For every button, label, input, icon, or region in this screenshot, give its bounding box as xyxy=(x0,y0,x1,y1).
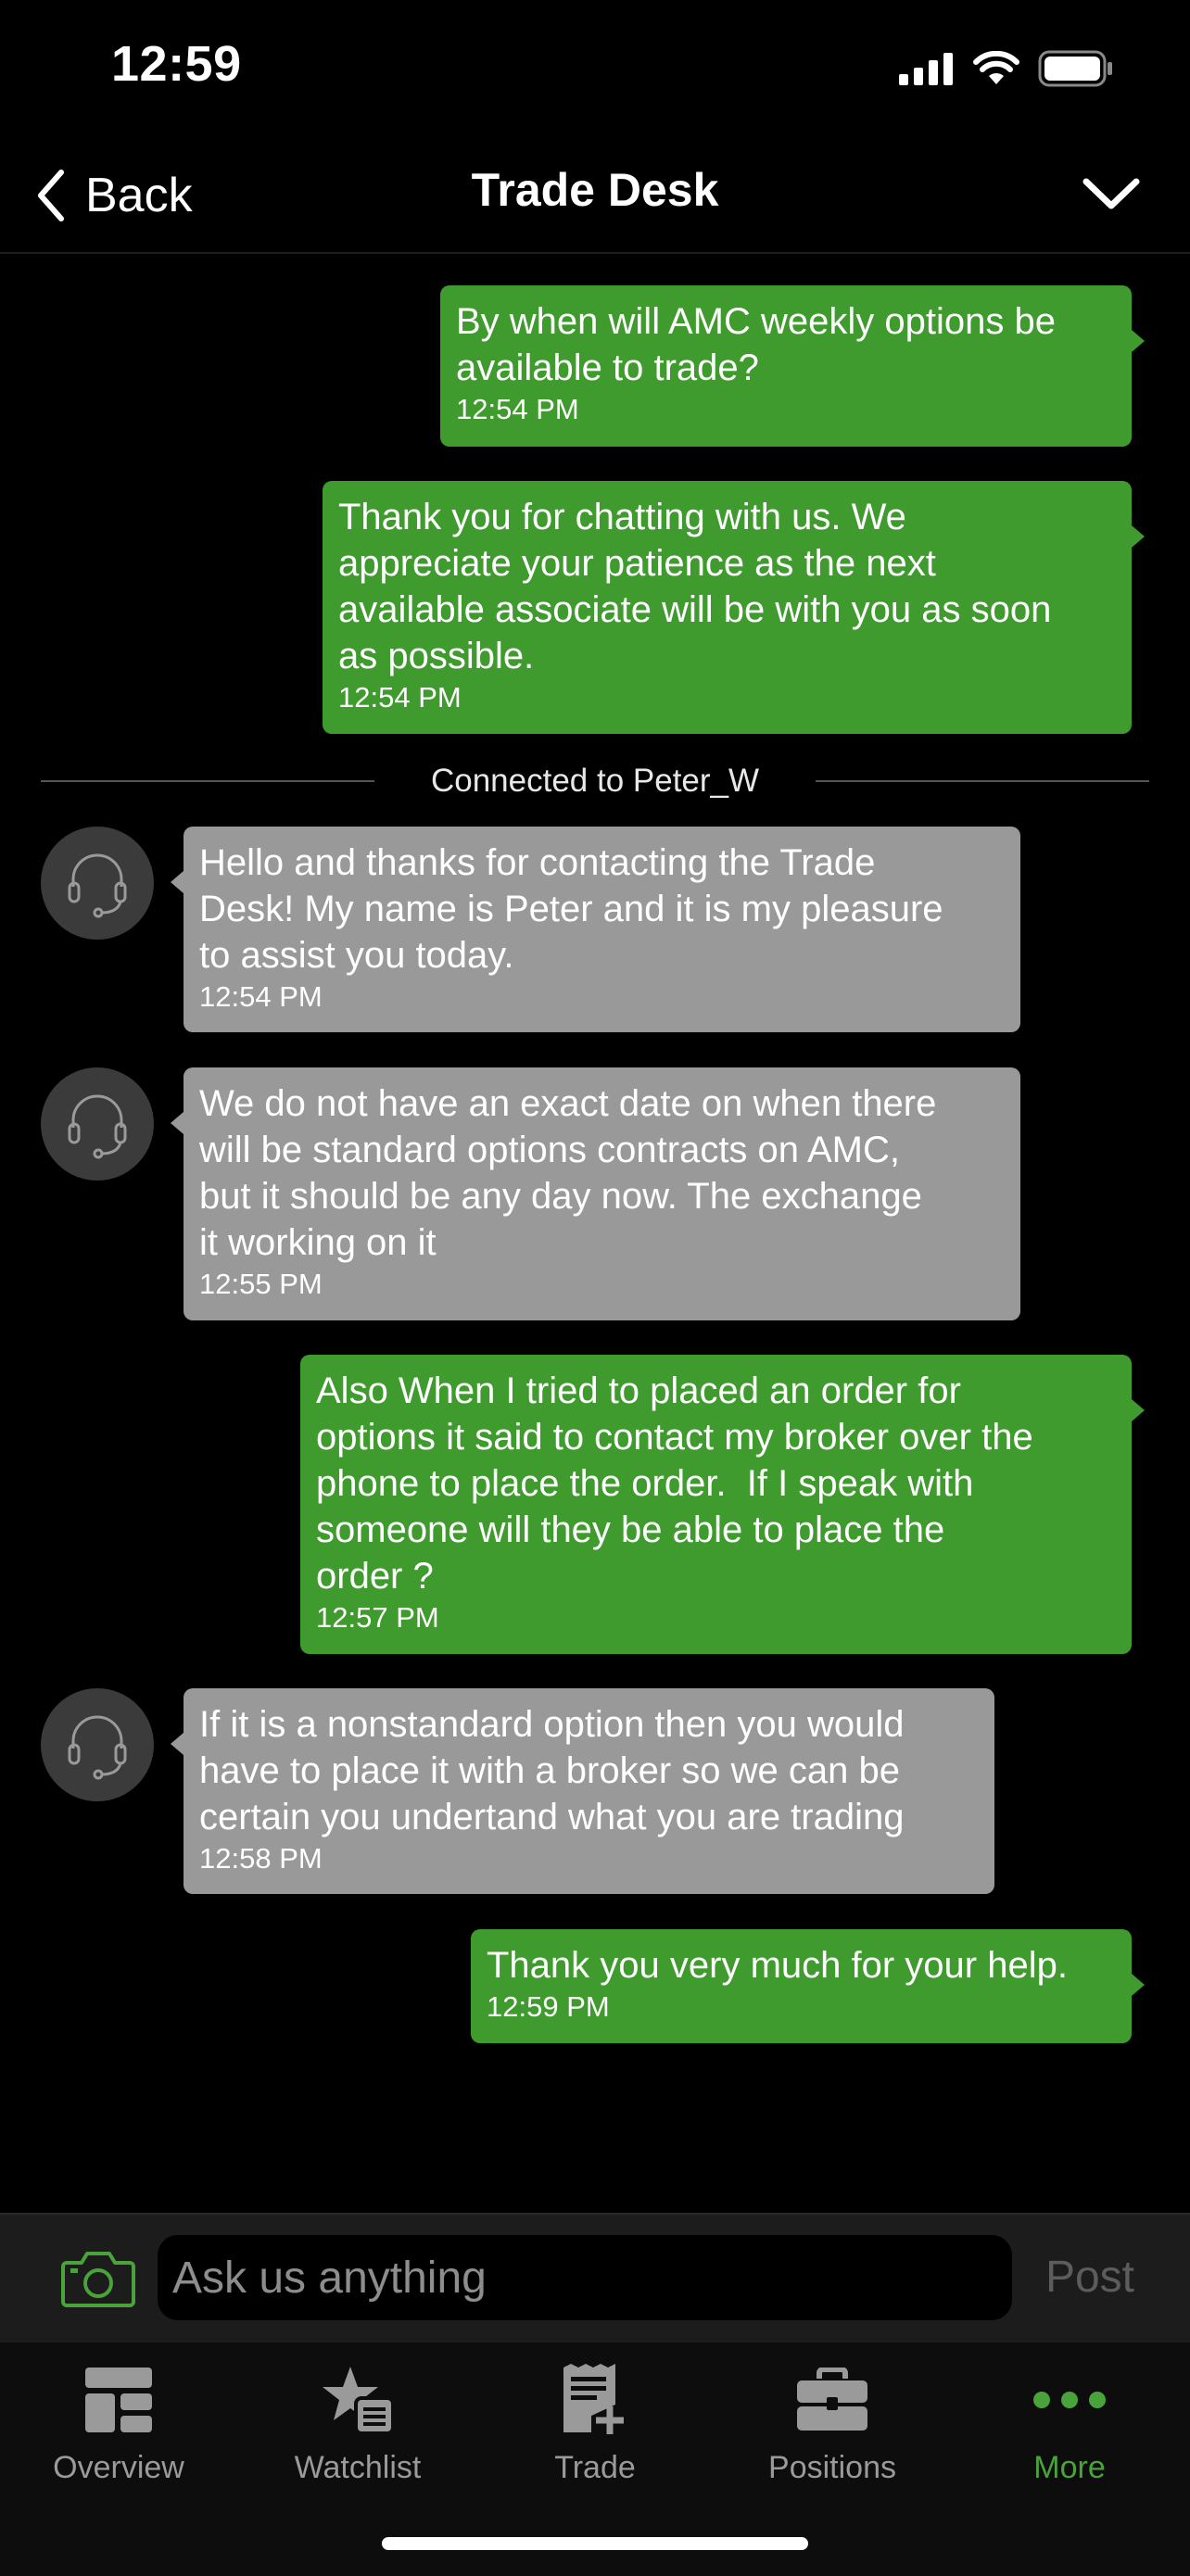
message-text: If it is a nonstandard option then you w… xyxy=(199,1704,905,1837)
wifi-icon xyxy=(973,51,1019,84)
message-text: Also When I tried to placed an order for… xyxy=(316,1370,1033,1597)
message-text: We do not have an exact date on when the… xyxy=(199,1083,937,1263)
message-bubble-agent: We do not have an exact date on when the… xyxy=(171,1067,1020,1320)
tab-label: Positions xyxy=(768,2450,896,2485)
message-bubble-system: Thank you for chatting with us. We appre… xyxy=(323,481,1145,734)
tab-label: Trade xyxy=(554,2450,636,2485)
tab-overview[interactable]: Overview xyxy=(0,2361,237,2500)
message-time: 12:57 PM xyxy=(316,1601,439,1634)
message-bubble-user: Also When I tried to placed an order for… xyxy=(300,1355,1145,1654)
more-dots-icon xyxy=(1033,2392,1106,2408)
nav-bar: Back Trade Desk xyxy=(0,139,1190,254)
connected-divider: Connected to Peter_W xyxy=(41,760,1149,806)
tab-positions[interactable]: Positions xyxy=(714,2361,951,2500)
home-indicator xyxy=(382,2537,808,2550)
tab-watchlist[interactable]: Watchlist xyxy=(239,2361,476,2500)
tab-label: Overview xyxy=(53,2450,184,2485)
message-bubble-user: By when will AMC weekly options be avail… xyxy=(440,285,1145,447)
agent-avatar xyxy=(41,1688,154,1801)
message-time: 12:54 PM xyxy=(456,393,579,425)
post-button[interactable]: Post xyxy=(1045,2252,1134,2303)
battery-icon xyxy=(1038,50,1112,87)
agent-avatar xyxy=(41,827,154,940)
trade-ticket-icon xyxy=(563,2364,624,2434)
page-title: Trade Desk xyxy=(471,164,719,216)
status-time: 12:59 xyxy=(111,36,242,92)
tab-label: More xyxy=(1033,2450,1106,2485)
message-bubble-agent: If it is a nonstandard option then you w… xyxy=(171,1688,994,1894)
message-bubble-agent: Hello and thanks for contacting the Trad… xyxy=(171,827,1020,1032)
connected-label: Connected to Peter_W xyxy=(430,763,760,799)
tab-trade[interactable]: Trade xyxy=(476,2361,714,2500)
status-bar: 12:59 xyxy=(0,0,1190,139)
message-text: Thank you very much for your help. xyxy=(487,1945,1068,1986)
message-time: 12:59 PM xyxy=(487,1990,610,2023)
message-time: 12:55 PM xyxy=(199,1268,323,1300)
status-icons xyxy=(899,48,1114,89)
message-time: 12:58 PM xyxy=(199,1842,323,1875)
message-input[interactable] xyxy=(158,2235,1012,2320)
headset-icon xyxy=(68,1094,127,1159)
chevron-down-icon xyxy=(1082,178,1140,209)
message-input-bar: Post xyxy=(0,2213,1190,2341)
camera-icon xyxy=(61,2252,135,2307)
watchlist-star-icon xyxy=(323,2367,395,2435)
overview-grid-icon xyxy=(85,2368,152,2432)
tab-more[interactable]: More xyxy=(951,2361,1188,2500)
message-text: Thank you for chatting with us. We appre… xyxy=(338,497,1052,676)
message-time: 12:54 PM xyxy=(338,681,462,713)
collapse-button[interactable] xyxy=(1079,167,1144,222)
briefcase-icon xyxy=(797,2368,867,2431)
message-text: By when will AMC weekly options be avail… xyxy=(456,301,1056,388)
cellular-signal-icon xyxy=(899,53,953,85)
headset-icon xyxy=(68,1715,127,1780)
message-time: 12:54 PM xyxy=(199,980,323,1013)
camera-button[interactable] xyxy=(61,2248,135,2309)
tab-label: Watchlist xyxy=(294,2450,422,2485)
message-bubble-user: Thank you very much for your help. 12:59… xyxy=(471,1929,1145,2043)
agent-avatar xyxy=(41,1067,154,1181)
headset-icon xyxy=(68,853,127,918)
message-text: Hello and thanks for contacting the Trad… xyxy=(199,842,943,976)
